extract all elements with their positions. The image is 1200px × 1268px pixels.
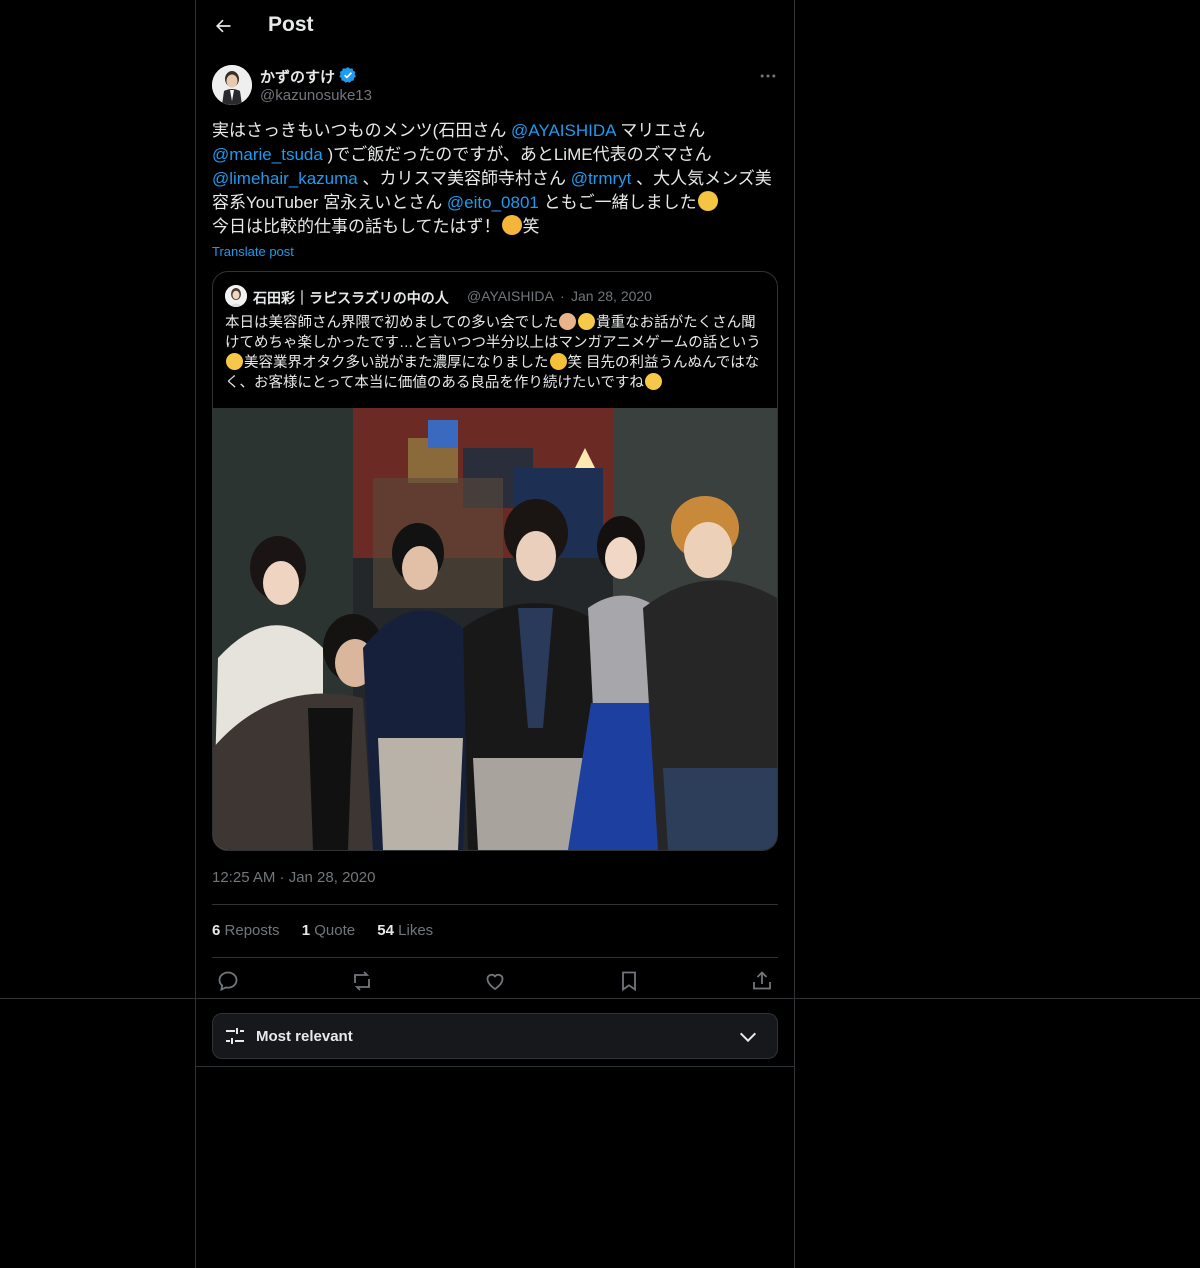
quotes-count: 1 [301,922,311,939]
mention-link[interactable]: @eito_0801 [447,193,539,212]
bookmark-icon[interactable] [617,969,641,993]
like-icon[interactable] [483,969,507,993]
divider [212,957,778,958]
mention-link[interactable]: @marie_tsuda [212,145,323,164]
sort-replies-dropdown[interactable]: Most relevant [212,1013,778,1059]
quoted-date[interactable]: Jan 28, 2020 [571,288,652,304]
grinning-cat-emoji-icon [501,215,522,235]
sliders-icon [226,1028,244,1044]
quoted-text: 本日は美容師さん界隈で初めましての多い会でした 貴重なお話がたくさん聞けてめちゃ楽… [225,313,769,393]
reposts-label: Reposts [224,922,280,939]
more-options-icon[interactable] [758,66,778,86]
divider [196,1066,794,1067]
action-bar [212,969,778,993]
primary-column: Post かずのすけ @kazunosuke13 実はさっきもいつものメンツ(石… [195,0,795,1268]
verified-badge-icon [339,67,356,83]
back-arrow-icon[interactable] [213,15,233,37]
post-timestamp[interactable]: 12:25 AM · Jan 28, 2020 [212,869,375,886]
mention-link[interactable]: @trmryt [571,169,632,188]
divider [212,904,778,905]
post-text-segment: 、カリスマ美容師寺村さん [357,169,571,188]
translate-post-link[interactable]: Translate post [212,244,294,259]
quoted-avatar-image [225,285,247,307]
engagement-stats: 6 Reposts 1 Quote 54 Likes [212,922,451,939]
page-header: Post [196,0,794,53]
quoted-post[interactable]: 石田彩｜ラピスラズリの中の人 @AYAISHIDA · Jan 28, 2020… [212,271,778,851]
reposts-stat[interactable]: 6 Reposts [212,922,280,939]
page-title: Post [268,13,314,36]
tears-of-joy-emoji-icon [549,353,567,370]
post-text-segment: マリエさん [615,121,706,140]
quoted-author-avatar[interactable] [225,285,247,307]
likes-count: 54 [377,922,394,939]
relieved-face-emoji-icon [644,373,662,390]
author-handle[interactable]: @kazunosuke13 [260,87,372,104]
quoted-author-name[interactable]: 石田彩｜ラピスラズリの中の人 [253,288,449,308]
share-icon[interactable] [750,969,774,993]
reposts-count: 6 [212,922,221,939]
likes-stat[interactable]: 54 Likes [377,922,433,939]
post-text-segment: 今日は比較的仕事の話もしてたはず！ [212,217,501,236]
quoted-text-segment: 美容業界オタク多い説がまた濃厚になりました [244,355,549,371]
quoted-separator: · [560,288,565,304]
mention-link[interactable]: @AYAISHIDA [511,121,616,140]
chevron-down-icon [739,1032,757,1043]
sparkles-emoji-icon [578,313,596,330]
post-text-segment: )でご飯だったのですが、あとLiME代表のズマさん [322,145,712,164]
quotes-label: Quote [314,922,356,939]
quotes-stat[interactable]: 1 Quote [302,922,355,939]
sort-label: Most relevant [256,1028,353,1045]
quoted-photo[interactable] [213,408,777,850]
quoted-text-segment: 本日は美容師さん界隈で初めましての多い会でした [225,315,559,331]
group-photo-image [213,408,777,850]
raising-hands-emoji-icon [559,313,577,330]
post-text-segment: 笑 [522,217,540,236]
post-text-segment: 実はさっきもいつものメンツ(石田さん [212,121,512,140]
likes-label: Likes [398,922,434,939]
mention-link[interactable]: @limehair_kazuma [212,169,358,188]
halo-face-emoji-icon [226,353,243,370]
post-text-segment: ともご一緒しました [538,193,697,212]
repost-icon[interactable] [350,969,374,993]
quoted-author-handle[interactable]: @AYAISHIDA [467,288,554,304]
reply-icon[interactable] [216,969,240,993]
author-name[interactable]: かずのすけ [260,66,335,87]
post-text: 実はさっきもいつものメンツ(石田さん @AYAISHIDA マリエさん @mar… [212,119,778,239]
author-avatar[interactable] [212,65,252,105]
avatar-image [212,65,252,105]
person-emoji-icon [697,191,718,211]
